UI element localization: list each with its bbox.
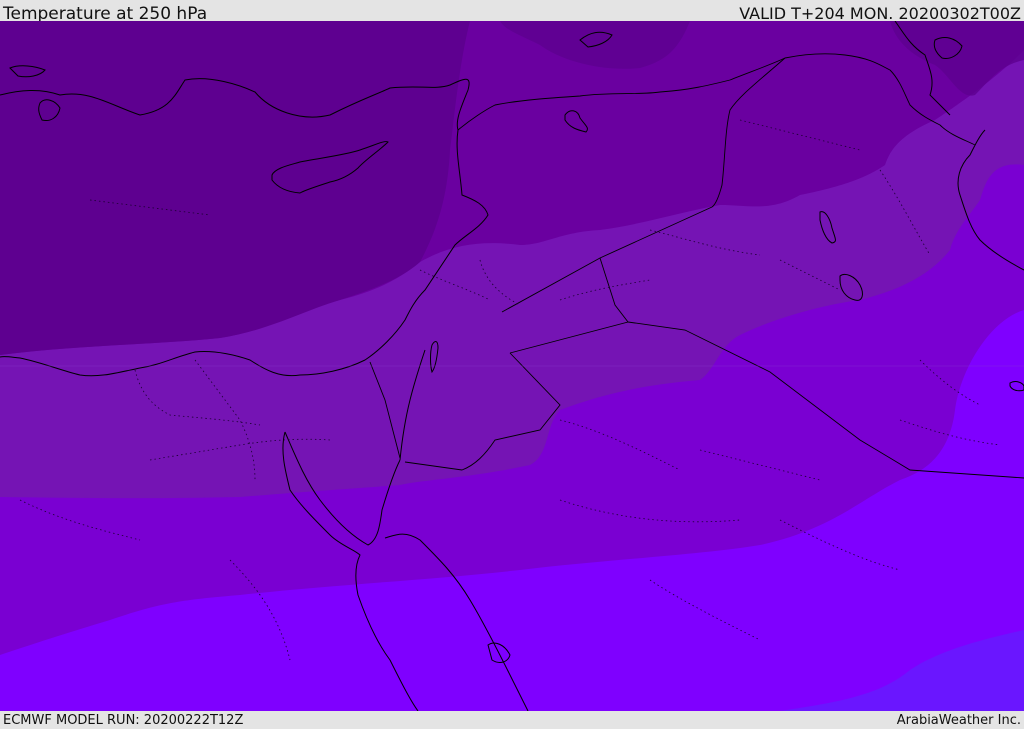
weather-map (0, 21, 1024, 711)
top-bar: Temperature at 250 hPa VALID T+204 MON. … (0, 0, 1024, 24)
bottom-bar: ECMWF MODEL RUN: 20200222T12Z ArabiaWeat… (0, 711, 1024, 729)
credit: ArabiaWeather Inc. (896, 713, 1021, 728)
map-canvas (0, 21, 1024, 711)
model-run: ECMWF MODEL RUN: 20200222T12Z (3, 713, 244, 728)
